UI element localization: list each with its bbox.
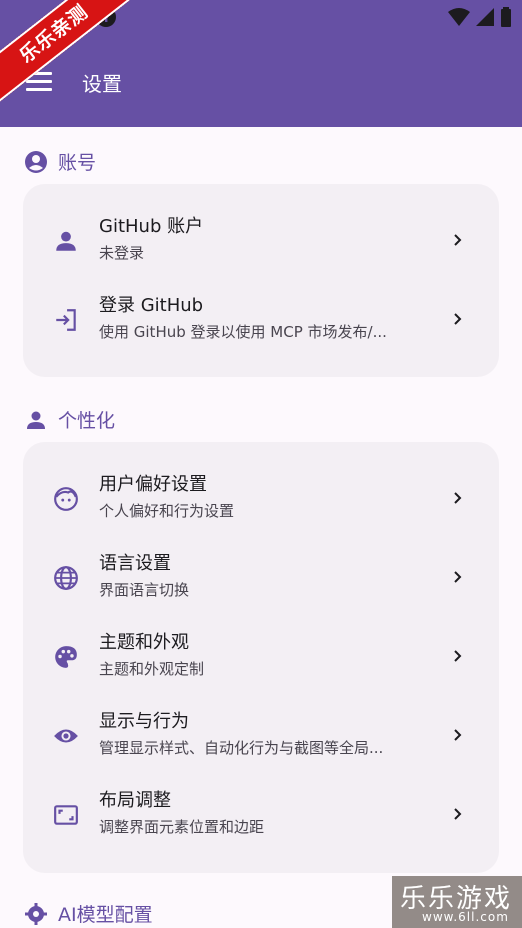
app-bar: 设置: [0, 34, 522, 127]
item-subtitle: 使用 GitHub 登录以使用 MCP 市场发布/...: [99, 323, 387, 341]
item-subtitle: 未登录: [99, 244, 145, 262]
language-settings-item[interactable]: 语言设置 界面语言切换: [23, 539, 499, 617]
section-title: 个性化: [58, 410, 116, 432]
item-label: 用户偏好设置: [99, 474, 207, 495]
aspect-ratio-icon: [54, 805, 78, 825]
signal-icon: [476, 8, 494, 26]
section-header-account: 账号: [24, 148, 96, 175]
item-subtitle: 界面语言切换: [99, 581, 190, 599]
section-header-personalization: 个性化: [24, 406, 115, 433]
item-label: GitHub 账户: [99, 216, 204, 237]
wifi-icon: [448, 8, 470, 26]
globe-icon: [54, 566, 78, 590]
eye-icon: [54, 729, 78, 743]
chevron-right-icon: [454, 571, 462, 583]
section-title: 账号: [58, 152, 97, 174]
account-card: GitHub 账户 未登录 登录 GitHub 使用 GitHub 登录以使用 …: [23, 184, 499, 377]
item-subtitle: 个人偏好和行为设置: [99, 502, 235, 520]
palette-icon: [55, 646, 77, 668]
item-label: 布局调整: [99, 790, 171, 811]
personalization-card: 用户偏好设置 个人偏好和行为设置 语言设置 界面语言切换 主题和外观 主题和外观…: [23, 442, 499, 873]
account-circle-icon: [25, 150, 47, 173]
login-icon: [56, 309, 76, 331]
section-header-ai-model: AI模型配置: [24, 900, 153, 927]
github-account-item[interactable]: GitHub 账户 未登录: [23, 202, 499, 280]
item-label: 显示与行为: [99, 711, 189, 732]
item-label: 主题和外观: [99, 632, 189, 653]
watermark: 乐乐游戏 www.6ll.com: [392, 876, 522, 928]
chevron-right-icon: [454, 729, 462, 741]
watermark-url: www.6ll.com: [422, 910, 509, 924]
section-title: AI模型配置: [58, 904, 153, 926]
item-subtitle: 调整界面元素位置和边距: [99, 818, 265, 836]
battery-icon: [501, 7, 511, 27]
chevron-right-icon: [454, 650, 462, 662]
chevron-right-icon: [454, 234, 462, 246]
gear-icon: [25, 902, 47, 925]
github-login-item[interactable]: 登录 GitHub 使用 GitHub 登录以使用 MCP 市场发布/...: [23, 281, 499, 359]
theme-appearance-item[interactable]: 主题和外观 主题和外观定制: [23, 618, 499, 696]
item-label: 语言设置: [99, 553, 171, 574]
item-label: 登录 GitHub: [99, 295, 204, 316]
user-preferences-item[interactable]: 用户偏好设置 个人偏好和行为设置: [23, 460, 499, 538]
person-icon: [27, 411, 45, 429]
face-icon: [54, 487, 78, 511]
item-subtitle: 管理显示样式、自动化行为与截图等全局...: [99, 739, 384, 757]
chevron-right-icon: [454, 313, 462, 325]
layout-adjust-item[interactable]: 布局调整 调整界面元素位置和边距: [23, 776, 499, 854]
chevron-right-icon: [454, 808, 462, 820]
display-behavior-item[interactable]: 显示与行为 管理显示样式、自动化行为与截图等全局...: [23, 697, 499, 775]
person-icon: [56, 231, 76, 251]
chevron-right-icon: [454, 492, 462, 504]
item-subtitle: 主题和外观定制: [99, 660, 205, 678]
page-title: 设置: [82, 72, 122, 96]
